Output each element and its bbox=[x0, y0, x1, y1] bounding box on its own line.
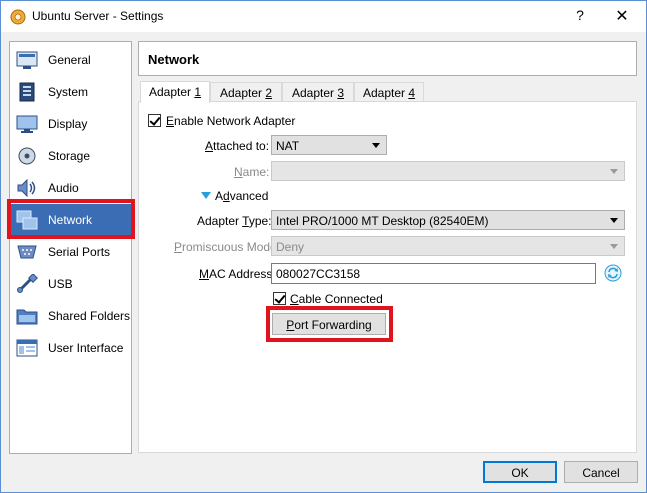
sidebar-item-storage[interactable]: Storage bbox=[10, 140, 131, 172]
general-icon bbox=[16, 51, 38, 69]
attached-to-dropdown[interactable]: NAT bbox=[271, 135, 387, 155]
advanced-toggle-label[interactable]: Advanced bbox=[215, 189, 268, 203]
advanced-expand-icon[interactable] bbox=[201, 192, 211, 199]
enable-adapter-label: Enable Network Adapter bbox=[166, 114, 296, 128]
tab-adapter-1[interactable]: Adapter 1 bbox=[140, 81, 210, 103]
sidebar-item-label: Audio bbox=[48, 181, 79, 195]
chevron-down-icon bbox=[610, 218, 618, 223]
name-label: Name: bbox=[234, 165, 270, 179]
page-title: Network bbox=[148, 52, 200, 67]
sidebar-item-label: USB bbox=[48, 277, 73, 291]
audio-icon bbox=[17, 178, 36, 198]
ok-button[interactable]: OK bbox=[483, 461, 557, 483]
chevron-down-icon bbox=[610, 244, 618, 249]
sidebar-item-display[interactable]: Display bbox=[10, 108, 131, 140]
tab-adapter-3[interactable]: Adapter 3 bbox=[282, 82, 354, 102]
settings-window: Ubuntu Server - Settings ? ✕ General Sys… bbox=[0, 0, 647, 493]
display-icon bbox=[16, 115, 38, 133]
cable-connected-label: Cable Connected bbox=[290, 292, 383, 306]
storage-icon bbox=[18, 147, 36, 165]
network-highlight-box bbox=[7, 199, 135, 239]
close-button[interactable]: ✕ bbox=[613, 6, 631, 26]
cable-connected-checkbox[interactable] bbox=[273, 292, 286, 305]
mac-address-label: MAC Address: bbox=[199, 267, 276, 281]
name-dropdown bbox=[271, 161, 625, 181]
sidebar-item-usb[interactable]: USB bbox=[10, 268, 131, 300]
sidebar-item-system[interactable]: System bbox=[10, 76, 131, 108]
serial-ports-icon bbox=[17, 245, 37, 259]
page-header: Network bbox=[138, 41, 637, 76]
adapter-type-label: Adapter Type: bbox=[197, 214, 272, 228]
sidebar-item-label: Serial Ports bbox=[48, 245, 111, 259]
tab-adapter-2[interactable]: Adapter 2 bbox=[210, 82, 282, 102]
window-title: Ubuntu Server - Settings bbox=[32, 9, 164, 23]
sidebar-item-shared-folders[interactable]: Shared Folders bbox=[10, 300, 131, 332]
promiscuous-mode-dropdown: Deny bbox=[271, 236, 625, 256]
cancel-button[interactable]: Cancel bbox=[564, 461, 638, 483]
enable-adapter-checkbox[interactable] bbox=[148, 114, 161, 127]
title-bar: Ubuntu Server - Settings ? ✕ bbox=[1, 1, 646, 32]
virtualbox-app-icon bbox=[10, 9, 26, 25]
sidebar-item-label: Display bbox=[48, 117, 88, 131]
tab-adapter-4[interactable]: Adapter 4 bbox=[354, 82, 424, 102]
shared-folders-icon bbox=[16, 309, 38, 325]
sidebar-item-user-interface[interactable]: User Interface bbox=[10, 332, 131, 364]
sidebar-item-label: User Interface bbox=[48, 341, 124, 355]
chevron-down-icon bbox=[610, 169, 618, 174]
sidebar-item-general[interactable]: General bbox=[10, 44, 131, 76]
attached-to-label: Attached to: bbox=[205, 139, 270, 153]
sidebar-item-label: System bbox=[48, 85, 89, 99]
mac-address-input[interactable]: 080027CC3158 bbox=[271, 263, 596, 284]
sidebar-item-label: Storage bbox=[48, 149, 91, 163]
system-icon bbox=[19, 82, 35, 102]
user-interface-icon bbox=[16, 339, 38, 357]
adapter-type-dropdown[interactable]: Intel PRO/1000 MT Desktop (82540EM) bbox=[271, 210, 625, 230]
sidebar-item-label: Shared Folders bbox=[48, 309, 131, 323]
port-forwarding-highlight-box bbox=[266, 306, 393, 342]
usb-icon bbox=[17, 274, 38, 293]
sidebar-item-serial-ports[interactable]: Serial Ports bbox=[10, 236, 131, 268]
chevron-down-icon bbox=[372, 143, 380, 148]
sidebar-item-label: General bbox=[48, 53, 91, 67]
refresh-icon[interactable] bbox=[604, 264, 622, 282]
help-button[interactable]: ? bbox=[572, 7, 588, 23]
settings-sidebar: General System Display Storage Audio Net… bbox=[9, 41, 132, 454]
promiscuous-mode-label: Promiscuous Mode: bbox=[174, 240, 281, 254]
